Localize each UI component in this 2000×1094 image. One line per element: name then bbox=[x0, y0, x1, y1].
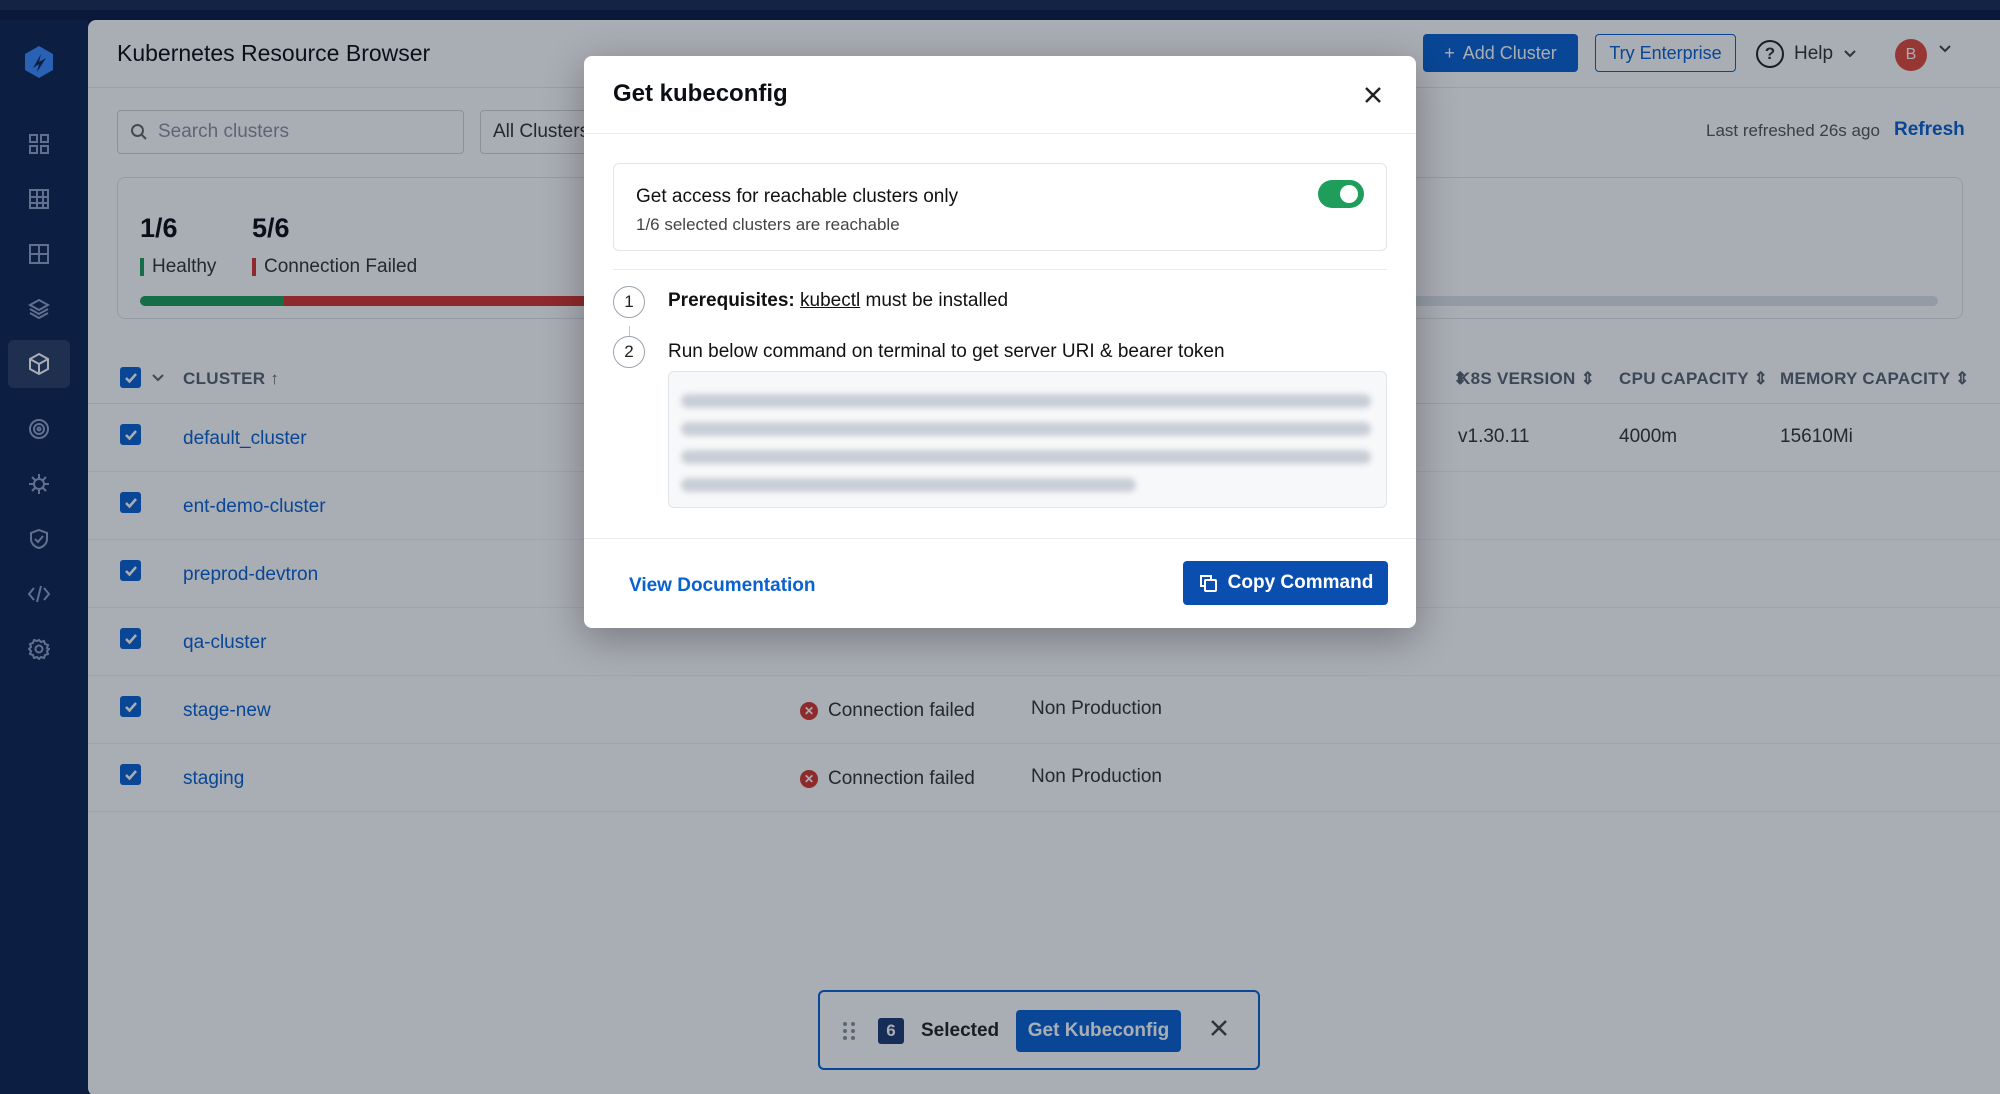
prerequisites-label: Prerequisites: bbox=[668, 290, 795, 311]
step-prerequisites: Prerequisites: kubectl must be installed bbox=[668, 290, 1008, 312]
blurred-command-line bbox=[681, 478, 1136, 492]
divider bbox=[613, 269, 1387, 270]
view-documentation-link[interactable]: View Documentation bbox=[629, 575, 816, 597]
blurred-command-line bbox=[681, 394, 1371, 408]
reachable-access-card: Get access for reachable clusters only 1… bbox=[613, 163, 1387, 251]
modal-header: Get kubeconfig bbox=[584, 56, 1416, 134]
copy-command-label: Copy Command bbox=[1227, 572, 1374, 593]
step-number: 1 bbox=[613, 286, 645, 318]
access-title: Get access for reachable clusters only bbox=[636, 186, 959, 207]
prerequisites-text: must be installed bbox=[865, 290, 1009, 311]
step-number: 2 bbox=[613, 336, 645, 368]
blurred-command-line bbox=[681, 450, 1371, 464]
blurred-command-line bbox=[681, 422, 1371, 436]
copy-command-button[interactable]: Copy Command bbox=[1183, 561, 1388, 605]
step-run-command: Run below command on terminal to get ser… bbox=[668, 341, 1225, 362]
reachable-only-toggle[interactable] bbox=[1318, 180, 1364, 208]
command-box[interactable] bbox=[668, 371, 1387, 508]
close-icon bbox=[1365, 87, 1381, 103]
modal-title: Get kubeconfig bbox=[613, 80, 788, 107]
close-button[interactable] bbox=[1358, 80, 1388, 110]
toggle-knob bbox=[1340, 185, 1358, 203]
modal-footer: View Documentation Copy Command bbox=[584, 538, 1416, 628]
access-subtitle: 1/6 selected clusters are reachable bbox=[636, 215, 900, 234]
kubectl-link[interactable]: kubectl bbox=[800, 290, 860, 311]
copy-icon bbox=[1199, 575, 1217, 592]
kubeconfig-modal: Get kubeconfig Get access for reachable … bbox=[584, 56, 1416, 628]
